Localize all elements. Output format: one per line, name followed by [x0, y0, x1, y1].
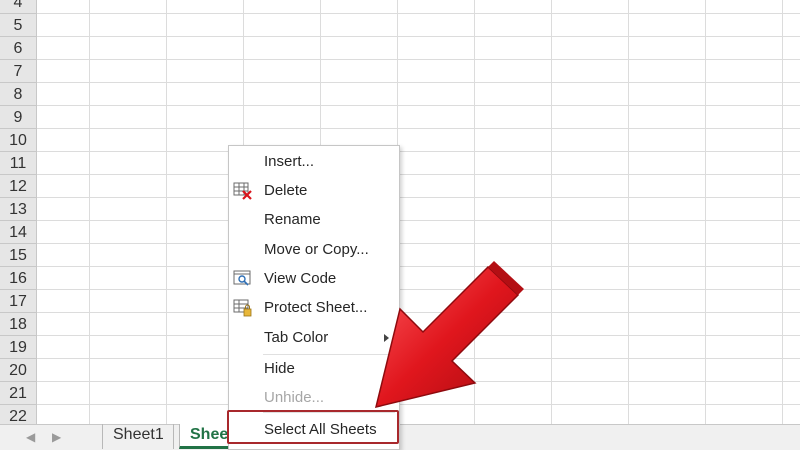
- row-header[interactable]: 19: [0, 336, 36, 359]
- menu-item-label: Protect Sheet...: [264, 299, 368, 316]
- row-header[interactable]: 4: [0, 0, 36, 14]
- row-header[interactable]: 15: [0, 244, 36, 267]
- delete-sheet-icon: [233, 182, 252, 200]
- row-header[interactable]: 12: [0, 175, 36, 198]
- tab-sheet1[interactable]: Sheet1: [102, 424, 174, 449]
- menu-item-delete[interactable]: Delete: [229, 177, 399, 205]
- menu-item-label: Delete: [264, 182, 308, 199]
- tab-scroll-left-icon[interactable]: ◀: [26, 430, 35, 444]
- row-header[interactable]: 9: [0, 106, 36, 129]
- view-code-icon: [233, 270, 251, 286]
- menu-item-label: View Code: [264, 270, 337, 287]
- row-header[interactable]: 16: [0, 267, 36, 290]
- row-header[interactable]: 6: [0, 37, 36, 60]
- menu-item-label: Move or Copy...: [264, 241, 369, 258]
- menu-item-rename[interactable]: Rename: [229, 206, 399, 234]
- tab-scroll-right-icon[interactable]: ▶: [52, 430, 61, 444]
- row-header[interactable]: 22: [0, 405, 36, 424]
- row-header[interactable]: 18: [0, 313, 36, 336]
- row-header[interactable]: 10: [0, 129, 36, 152]
- menu-item-label: Insert...: [264, 153, 315, 170]
- row-header[interactable]: 5: [0, 14, 36, 37]
- row-header[interactable]: 17: [0, 290, 36, 313]
- protect-sheet-icon: [233, 299, 252, 317]
- menu-item-label: Tab Color: [264, 329, 329, 346]
- menu-item-label: Rename: [264, 211, 321, 228]
- row-header[interactable]: 7: [0, 60, 36, 83]
- menu-item-label: Unhide...: [264, 389, 325, 406]
- row-header[interactable]: 11: [0, 152, 36, 175]
- menu-item-insert[interactable]: Insert...: [229, 148, 399, 176]
- red-pointer-arrow-icon: [374, 261, 524, 409]
- row-headers: 4 5 6 7 8 9 10 11 12 13 14 15 16 17 18 1…: [0, 0, 37, 424]
- row-header[interactable]: 8: [0, 83, 36, 106]
- sheet-tab-bar: ◀ ▶ Sheet1 Shee: [0, 424, 800, 450]
- row-header[interactable]: 13: [0, 198, 36, 221]
- row-header[interactable]: 20: [0, 359, 36, 382]
- menu-item-label: Hide: [264, 360, 295, 377]
- row-header[interactable]: 14: [0, 221, 36, 244]
- row-header[interactable]: 21: [0, 382, 36, 405]
